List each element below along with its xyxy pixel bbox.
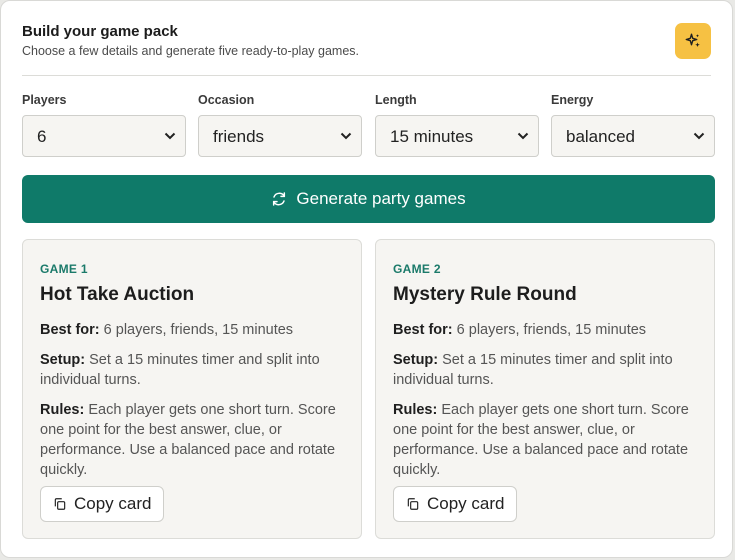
players-select[interactable]: 6	[22, 115, 186, 157]
sparkle-icon	[685, 33, 700, 47]
copy-card-label: Copy card	[427, 494, 505, 513]
players-field: Players 6	[22, 93, 186, 157]
header-divider	[22, 75, 711, 76]
best-for-text: Best for: 6 players, friends, 15 minutes	[393, 322, 647, 338]
setup-label: Setup:	[40, 352, 86, 368]
setup-text: Setup: Set a 15 minutes timer and split …	[40, 352, 320, 388]
game-title: Mystery Rule Round	[393, 284, 577, 305]
game-number: GAME 2	[393, 262, 441, 276]
energy-field: Energy balanced	[551, 93, 715, 157]
occasion-select[interactable]: friends	[198, 115, 362, 157]
copy-card-label: Copy card	[74, 494, 152, 513]
length-label: Length	[375, 93, 417, 107]
rules-label: Rules:	[40, 402, 85, 418]
chevron-down-icon	[340, 132, 352, 140]
setup-label: Setup:	[393, 352, 439, 368]
generate-button[interactable]: Generate party games	[22, 175, 715, 223]
game-card: GAME 1 Hot Take Auction Best for: 6 play…	[22, 239, 362, 539]
occasion-value: friends	[213, 127, 265, 146]
setup-text: Setup: Set a 15 minutes timer and split …	[393, 352, 673, 388]
chevron-down-icon	[693, 132, 705, 140]
length-value: 15 minutes	[390, 127, 474, 146]
occasion-label: Occasion	[198, 93, 255, 107]
energy-label: Energy	[551, 93, 594, 107]
game-card: GAME 2 Mystery Rule Round Best for: 6 pl…	[375, 239, 715, 539]
page-title: Build your game pack	[22, 23, 178, 40]
page-subtitle: Choose a few details and generate five r…	[22, 44, 359, 58]
players-label: Players	[22, 93, 67, 107]
rules-label: Rules:	[393, 402, 438, 418]
copy-icon	[407, 498, 419, 510]
copy-card-button[interactable]: Copy card	[393, 486, 518, 522]
length-select[interactable]: 15 minutes	[375, 115, 539, 157]
panel-header: Build your game pack Choose a few detail…	[22, 21, 711, 61]
game-number: GAME 1	[40, 262, 88, 276]
energy-value: balanced	[566, 127, 636, 146]
rules-text: Rules: Each player gets one short turn. …	[393, 402, 689, 478]
copy-card-button[interactable]: Copy card	[40, 486, 165, 522]
chevron-down-icon	[517, 132, 529, 140]
best-for-label: Best for:	[40, 322, 100, 338]
sparkle-button[interactable]	[675, 23, 711, 59]
refresh-icon	[273, 192, 286, 206]
chevron-down-icon	[164, 132, 176, 140]
game-pack-panel: Build your game pack Choose a few detail…	[0, 0, 733, 558]
players-value: 6	[37, 127, 47, 146]
occasion-field: Occasion friends	[198, 93, 362, 157]
best-for-text: Best for: 6 players, friends, 15 minutes	[40, 322, 294, 338]
energy-select[interactable]: balanced	[551, 115, 715, 157]
copy-icon	[54, 498, 66, 510]
best-for-label: Best for:	[393, 322, 453, 338]
game-title: Hot Take Auction	[40, 284, 195, 305]
generate-button-label: Generate party games	[296, 189, 466, 208]
rules-text: Rules: Each player gets one short turn. …	[40, 402, 336, 478]
length-field: Length 15 minutes	[375, 93, 539, 157]
